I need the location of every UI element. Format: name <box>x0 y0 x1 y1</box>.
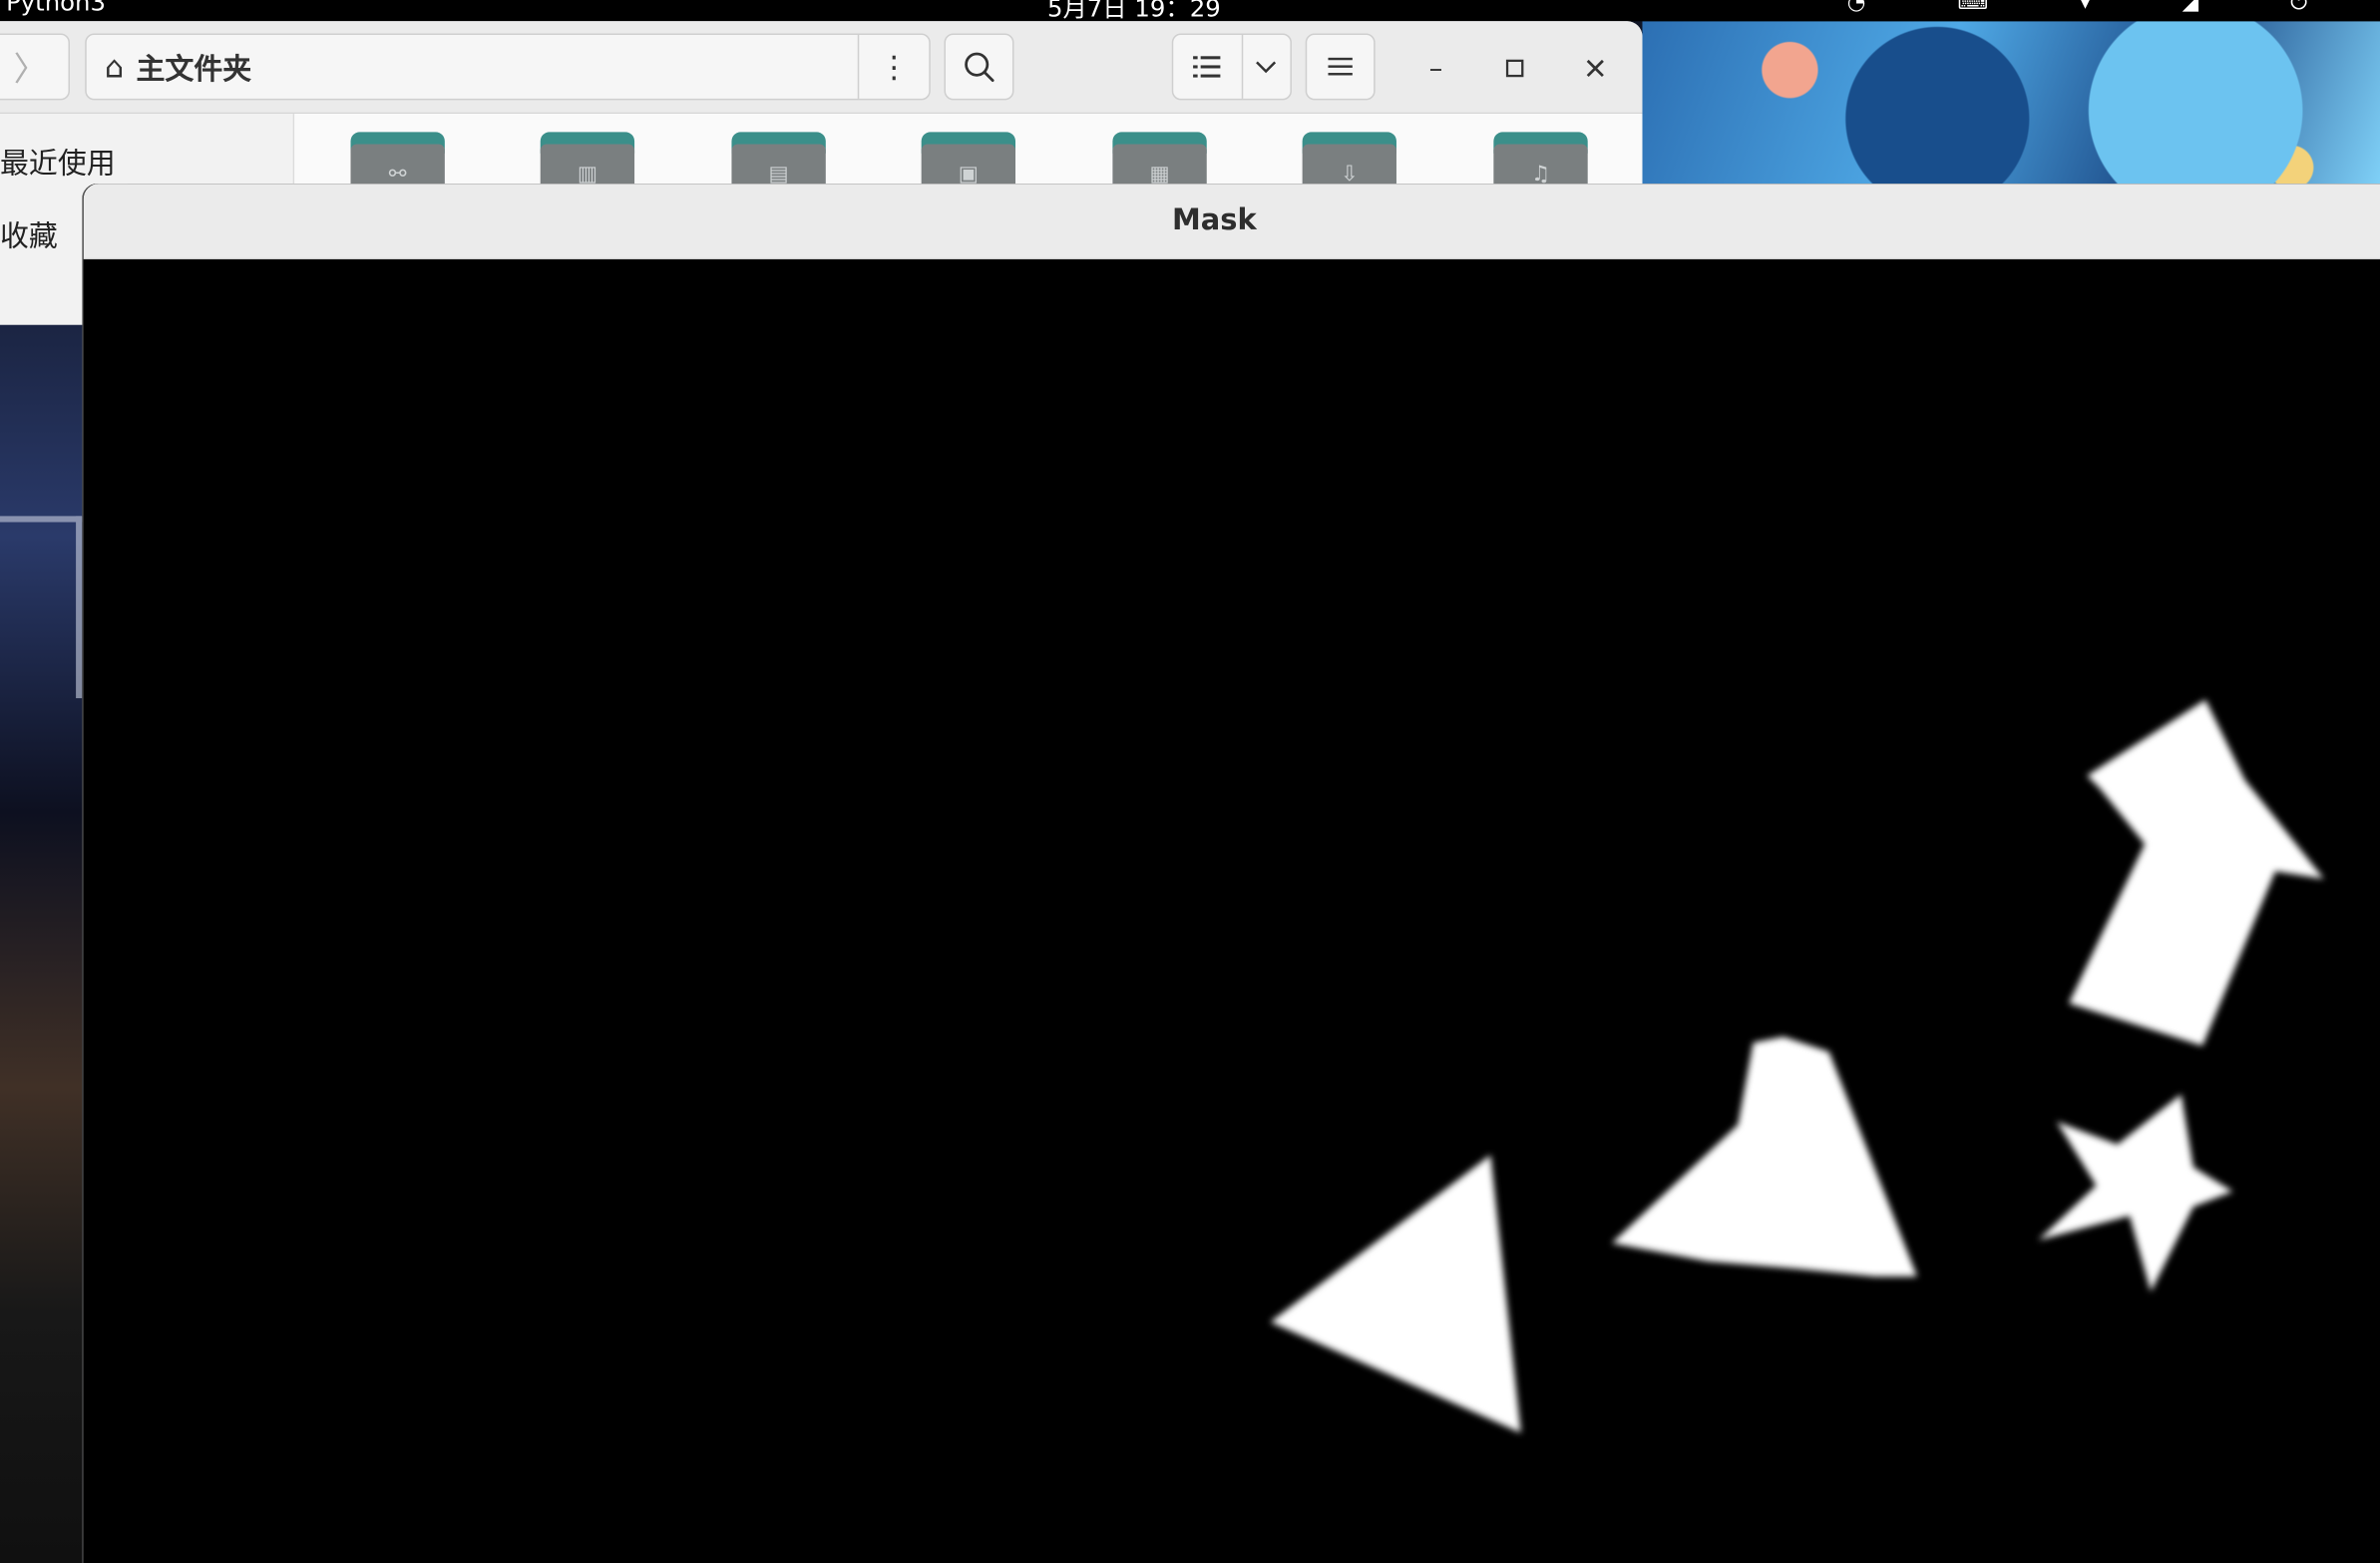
view-toggle-group[interactable] <box>1171 33 1292 101</box>
minimize-button[interactable]: – <box>1416 49 1456 89</box>
background-window-frame <box>0 516 83 698</box>
maximize-icon <box>1505 59 1524 78</box>
desktop-screen: Python3 5月7日 19：29 ◔ ⌨ ▾ ◢ ⏻ 〉 ⌂ 主文件夹 ⋮ <box>0 0 2380 1563</box>
list-view-icon <box>1193 56 1222 78</box>
forward-button[interactable]: 〉 <box>0 33 70 101</box>
search-icon <box>965 52 994 83</box>
mask-image-canvas <box>83 259 2380 1563</box>
view-options-button[interactable] <box>1243 35 1290 99</box>
home-icon: ⌂ <box>104 48 125 86</box>
path-bar[interactable]: ⌂ 主文件夹 ⋮ <box>85 33 931 101</box>
hamburger-icon <box>1328 57 1353 76</box>
chevron-right-icon: 〉 <box>13 51 48 90</box>
mask-window-titlebar[interactable]: Mask <box>83 184 2380 260</box>
desktop-wallpaper <box>1642 21 2380 185</box>
minimize-icon: – <box>1428 52 1443 85</box>
sidebar-item-starred[interactable]: 收藏 <box>0 214 58 255</box>
mask-window-title: Mask <box>1171 202 1257 237</box>
top-bar: Python3 5月7日 19：29 ◔ ⌨ ▾ ◢ ⏻ <box>0 0 2380 22</box>
maximize-button[interactable] <box>1495 49 1535 89</box>
vertical-dots-icon: ⋮ <box>879 48 910 86</box>
close-button[interactable] <box>1576 49 1616 89</box>
list-view-button[interactable] <box>1173 34 1244 99</box>
file-manager-header: 〉 ⌂ 主文件夹 ⋮ – <box>0 21 1643 115</box>
sidebar-item-recent[interactable]: 最近使用 <box>0 142 116 183</box>
chevron-down-icon <box>1256 61 1277 74</box>
system-tray[interactable]: ◔ ⌨ ▾ ◢ ⏻ <box>1847 0 2350 15</box>
background-window-peek <box>0 310 83 1563</box>
clock[interactable]: 5月7日 19：29 <box>1047 0 1221 21</box>
mask-window: Mask <box>82 184 2380 1563</box>
search-button[interactable] <box>944 33 1014 101</box>
mask-image <box>83 259 2380 1563</box>
path-label: 主文件夹 <box>136 52 252 86</box>
close-icon <box>1586 59 1604 78</box>
path-menu-button[interactable]: ⋮ <box>857 34 930 99</box>
active-app-name[interactable]: Python3 <box>6 0 106 17</box>
main-menu-button[interactable] <box>1305 33 1376 101</box>
